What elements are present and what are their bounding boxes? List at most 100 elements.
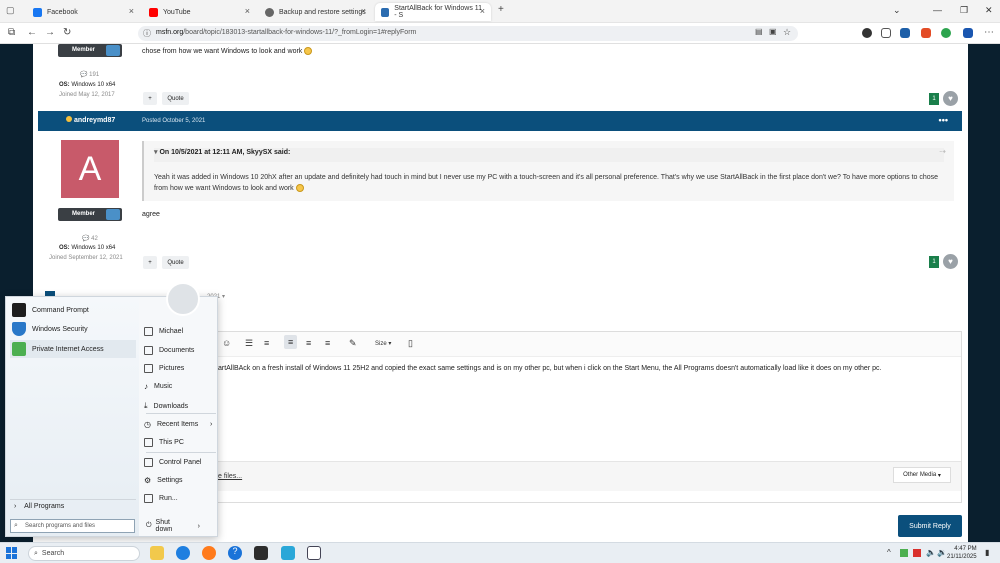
multiquote-button[interactable]: + [143, 92, 157, 105]
heart-icon[interactable]: ♥ [943, 91, 958, 106]
close-window-icon[interactable]: ✕ [985, 5, 993, 16]
other-media-button[interactable]: Other Media ▾ [893, 467, 951, 483]
file-explorer-icon[interactable] [150, 546, 164, 560]
avatar[interactable]: A [61, 140, 119, 198]
share-icon[interactable] [881, 28, 891, 38]
attachment-area: e files... Other Media ▾ [218, 461, 961, 491]
speaker-icon[interactable]: 🔈 [926, 548, 936, 557]
chevron-right-icon[interactable]: › [198, 523, 200, 530]
extension-icon[interactable] [862, 28, 872, 38]
url-text[interactable]: msfn.org/board/topic/183013-startallback… [156, 29, 416, 36]
pinned-private-internet-access[interactable]: Private Internet Access [10, 340, 136, 358]
forward-icon[interactable]: → [45, 27, 55, 38]
reader-view-icon[interactable]: ▤ [755, 27, 763, 36]
user-picture[interactable] [166, 282, 200, 316]
extension-icon[interactable] [963, 28, 973, 38]
start-item-control-panel[interactable]: Control Panel [144, 458, 201, 467]
taskbar-search[interactable]: ⌕ Search [28, 546, 140, 561]
notepad-icon[interactable] [307, 546, 321, 560]
tab-startallback[interactable]: StartAllBack for Windows 11 - S × [375, 3, 491, 21]
site-info-icon[interactable]: ⓘ [143, 28, 151, 39]
restore-icon[interactable]: ❐ [960, 5, 968, 16]
format-brush-icon[interactable]: ✎ [349, 338, 357, 349]
quote-link-icon[interactable]: ⇢ [939, 147, 946, 156]
separator [10, 499, 136, 500]
font-size-dropdown[interactable]: Size ▾ [375, 340, 391, 347]
align-left-icon[interactable]: ≡ [284, 335, 298, 349]
start-item-pictures[interactable]: Pictures [144, 364, 184, 373]
speaker-icon[interactable]: 🔉 [937, 548, 947, 557]
app-icon[interactable] [281, 546, 295, 560]
shutdown-button[interactable]: ⏻ Shut down › [142, 519, 200, 533]
chevron-down-icon[interactable]: ▾ [154, 149, 158, 156]
extension-icon[interactable] [921, 28, 931, 38]
start-item-label: Settings [157, 477, 183, 484]
start-search-input[interactable]: ⌕ Search programs and files [10, 519, 135, 533]
quote-button[interactable]: Quote [162, 92, 189, 105]
like-count: 1 [929, 93, 939, 105]
tray-icon[interactable] [913, 549, 921, 557]
vpn-tray-icon[interactable] [900, 549, 908, 557]
post-author[interactable]: andreymd87 [74, 117, 115, 124]
gear-icon [265, 7, 274, 17]
editor-text[interactable]: artAllBAck on a fresh install of Windows… [218, 365, 961, 372]
pinned-command-prompt[interactable]: Command Prompt [10, 301, 136, 319]
all-programs-button[interactable]: › All Programs [14, 503, 64, 510]
close-icon[interactable]: × [245, 6, 250, 16]
reply-editor[interactable]: ☺ ☰ ≡ ≡ ≡ ≡ ✎ Size ▾ ▯ artAllBAck on a f… [217, 331, 962, 503]
submit-reply-button[interactable]: Submit Reply [898, 515, 962, 537]
pinned-windows-security[interactable]: Windows Security [10, 320, 136, 338]
start-item-label: Documents [159, 347, 195, 354]
tab-title: Backup and restore settings [279, 8, 366, 16]
edge-icon[interactable] [176, 546, 190, 560]
bullet-list-icon[interactable]: ☰ [245, 338, 253, 349]
align-center-icon[interactable]: ≡ [306, 338, 311, 348]
new-tab-button[interactable]: + [498, 4, 504, 15]
close-icon[interactable]: × [480, 6, 485, 16]
terminal-icon[interactable] [254, 546, 268, 560]
window-menu-icon[interactable]: ▢ [6, 5, 15, 16]
search-icon: ⌕ [34, 549, 38, 557]
extension-icon[interactable] [900, 28, 910, 38]
firefox-icon[interactable] [202, 546, 216, 560]
bookmark-star-icon[interactable]: ☆ [783, 27, 791, 38]
start-item-downloads[interactable]: ⤓ Downloads [144, 401, 188, 411]
back-icon[interactable]: ← [27, 27, 37, 38]
start-item-this-pc[interactable]: This PC [144, 438, 184, 447]
start-item-music[interactable]: ♪ Music [144, 382, 172, 391]
tab-facebook[interactable]: Facebook × [27, 3, 140, 21]
heart-icon[interactable]: ♥ [943, 254, 958, 269]
tab-backup-restore[interactable]: Backup and restore settings × [259, 3, 372, 21]
notification-icon[interactable]: ▮ [985, 548, 989, 557]
user-rank-icon [66, 116, 72, 122]
quote-button[interactable]: Quote [162, 256, 189, 269]
music-icon: ♪ [144, 382, 148, 391]
start-item-recent[interactable]: ◷ Recent Items › [144, 420, 212, 429]
tab-list-chevron-icon[interactable]: ⌄ [893, 5, 901, 16]
post-menu-button[interactable]: ••• [939, 115, 948, 125]
start-item-documents[interactable]: Documents [144, 346, 194, 355]
taskbar-clock[interactable]: 4:47 PM 21/11/2025 [947, 545, 977, 561]
choose-files-link[interactable]: e files... [218, 473, 242, 480]
start-item-user[interactable]: Michael [144, 327, 183, 336]
source-icon[interactable]: ▯ [408, 338, 413, 349]
chevron-up-icon[interactable]: ^ [887, 548, 891, 557]
minimize-icon[interactable]: — [933, 5, 942, 15]
refresh-icon[interactable]: ↻ [63, 27, 71, 38]
align-right-icon[interactable]: ≡ [325, 338, 330, 348]
close-icon[interactable]: × [129, 6, 134, 16]
menu-icon[interactable]: ⋯ [984, 27, 994, 38]
multiquote-button[interactable]: + [143, 256, 157, 269]
sidebar-icon[interactable]: ⧉ [8, 27, 15, 38]
windows-start-icon[interactable] [6, 547, 18, 559]
command-prompt-icon [12, 303, 26, 317]
start-item-run[interactable]: Run... [144, 494, 178, 503]
extension-icon[interactable] [941, 28, 951, 38]
numbered-list-icon[interactable]: ≡ [264, 338, 269, 348]
tab-youtube[interactable]: YouTube × [143, 3, 256, 21]
start-item-settings[interactable]: ⚙ Settings [144, 476, 182, 485]
screenshot-icon[interactable]: ▣ [769, 27, 777, 36]
close-icon[interactable]: × [361, 6, 366, 16]
help-icon[interactable]: ? [228, 546, 242, 560]
emoji-icon[interactable]: ☺ [222, 338, 231, 348]
